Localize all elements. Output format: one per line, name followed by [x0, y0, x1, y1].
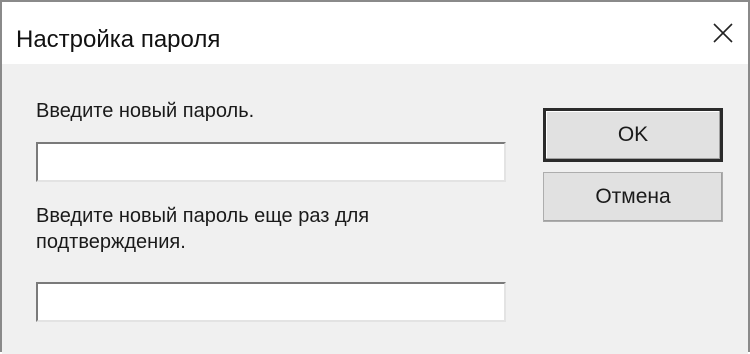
dialog-body: Введите новый пароль. Введите новый паро…	[2, 64, 748, 354]
cancel-button[interactable]: Отмена	[543, 172, 723, 222]
ok-button[interactable]: OK	[543, 108, 723, 162]
window-title: Настройка пароля	[16, 26, 221, 53]
confirm-password-field[interactable]	[36, 282, 506, 322]
close-button[interactable]	[700, 10, 746, 56]
title-bar: Настройка пароля	[2, 2, 748, 64]
close-icon	[713, 23, 733, 43]
confirm-password-label: Введите новый пароль еще раз для подтвер…	[36, 205, 370, 253]
new-password-field[interactable]	[36, 142, 506, 182]
new-password-label: Введите новый пароль.	[36, 100, 255, 122]
password-settings-dialog: Настройка пароля Введите новый пароль. В…	[0, 0, 750, 354]
